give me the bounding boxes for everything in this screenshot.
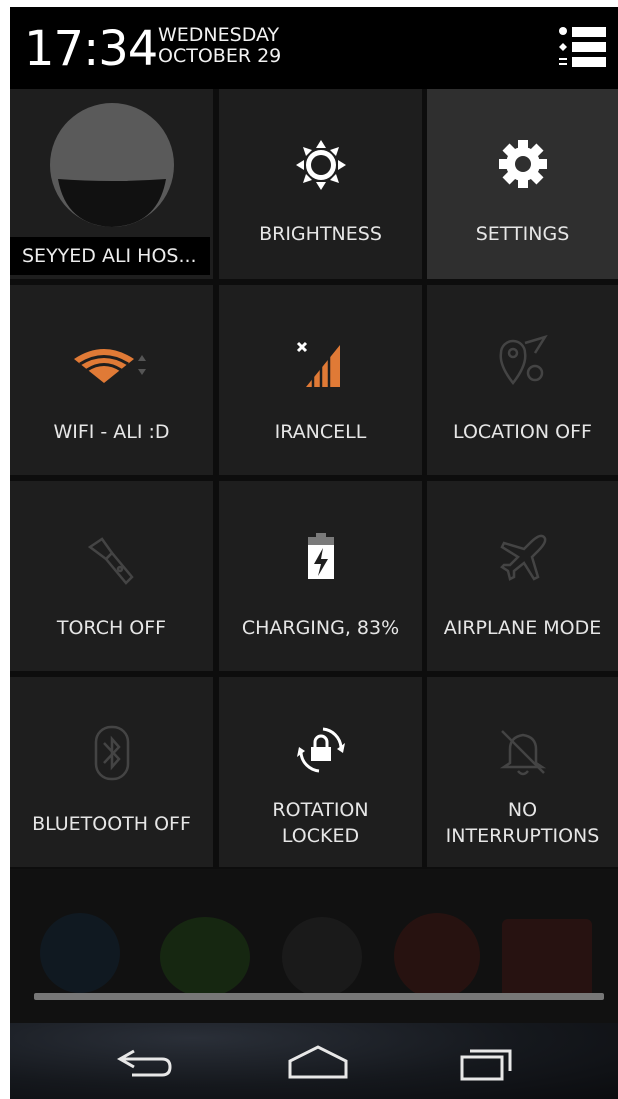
navigation-bar [10,1023,618,1099]
tile-label-line: LOCKED [281,825,360,847]
tile-label: WIFI - ALI :D [53,421,170,443]
location-off-icon [499,335,548,386]
home-button[interactable] [278,1037,358,1085]
recents-button[interactable] [450,1037,530,1085]
list-icon [559,27,606,67]
tile-wifi[interactable]: WIFI - ALI :D [10,285,213,475]
notifications-toggle-button[interactable] [558,25,608,71]
app-icon-blur [282,917,362,997]
tile-interruptions[interactable]: NO INTERRUPTIONS [427,677,618,867]
tile-mobile-network[interactable]: IRANCELL [219,285,422,475]
app-icon-blur [502,919,592,999]
tile-airplane[interactable]: AIRPLANE MODE [427,481,618,671]
clock[interactable]: 17:34 [24,19,158,79]
tile-label: BRIGHTNESS [259,223,382,245]
tile-label: TORCH OFF [56,617,167,639]
rotation-lock-icon [296,727,345,773]
back-button[interactable] [108,1037,188,1085]
recents-icon [460,1049,512,1081]
tile-label: AIRPLANE MODE [443,617,602,639]
app-icon-blur [160,917,250,997]
tile-rotation[interactable]: ROTATION LOCKED [219,677,422,867]
wifi-icon [73,349,146,383]
quick-settings-screen: 17:34 WEDNESDAY OCTOBER 29 SEYYED ALI HO… [10,7,618,1099]
brightness-icon [295,140,346,190]
user-name: SEYYED ALI HOS... [10,237,210,275]
tile-label-line: ROTATION [272,799,369,821]
quick-settings-grid: SEYYED ALI HOS... BRIGHTNESS SETTINGS WI… [10,89,618,869]
tile-brightness[interactable]: BRIGHTNESS [219,89,422,279]
battery-charging-icon [307,533,334,579]
tile-label-line: NO [507,799,538,821]
tile-label: CHARGING, 83% [241,617,400,639]
torch-icon [87,537,134,585]
home-icon [288,1045,348,1079]
tile-label: NO INTERRUPTIONS [427,797,618,849]
app-icon-blur [394,913,480,999]
tile-label-line: INTERRUPTIONS [445,825,600,847]
gear-icon [498,140,547,188]
bell-off-icon [499,730,546,776]
back-icon [116,1049,172,1077]
app-icon-blur [40,913,120,993]
tile-torch[interactable]: TORCH OFF [10,481,213,671]
tile-label: LOCATION OFF [453,421,592,443]
tile-user[interactable]: SEYYED ALI HOS... [10,89,213,279]
signal-icon [296,341,340,387]
quick-settings-header: 17:34 WEDNESDAY OCTOBER 29 [10,7,618,89]
avatar-icon [49,103,174,227]
date-display[interactable]: WEDNESDAY OCTOBER 29 [158,25,281,67]
tile-settings[interactable]: SETTINGS [427,89,618,279]
tile-label: SETTINGS [475,223,570,245]
calendar-date: OCTOBER 29 [158,45,282,67]
tile-battery[interactable]: CHARGING, 83% [219,481,422,671]
tile-bluetooth[interactable]: BLUETOOTH OFF [10,677,213,867]
tile-label: IRANCELL [274,421,367,443]
tile-label: ROTATION LOCKED [219,797,422,849]
airplane-icon [499,534,546,581]
tile-location[interactable]: LOCATION OFF [427,285,618,475]
weekday: WEDNESDAY [158,24,280,46]
tile-label: BLUETOOTH OFF [32,813,191,835]
panel-drag-handle[interactable] [34,993,604,1000]
bluetooth-icon [94,725,129,781]
